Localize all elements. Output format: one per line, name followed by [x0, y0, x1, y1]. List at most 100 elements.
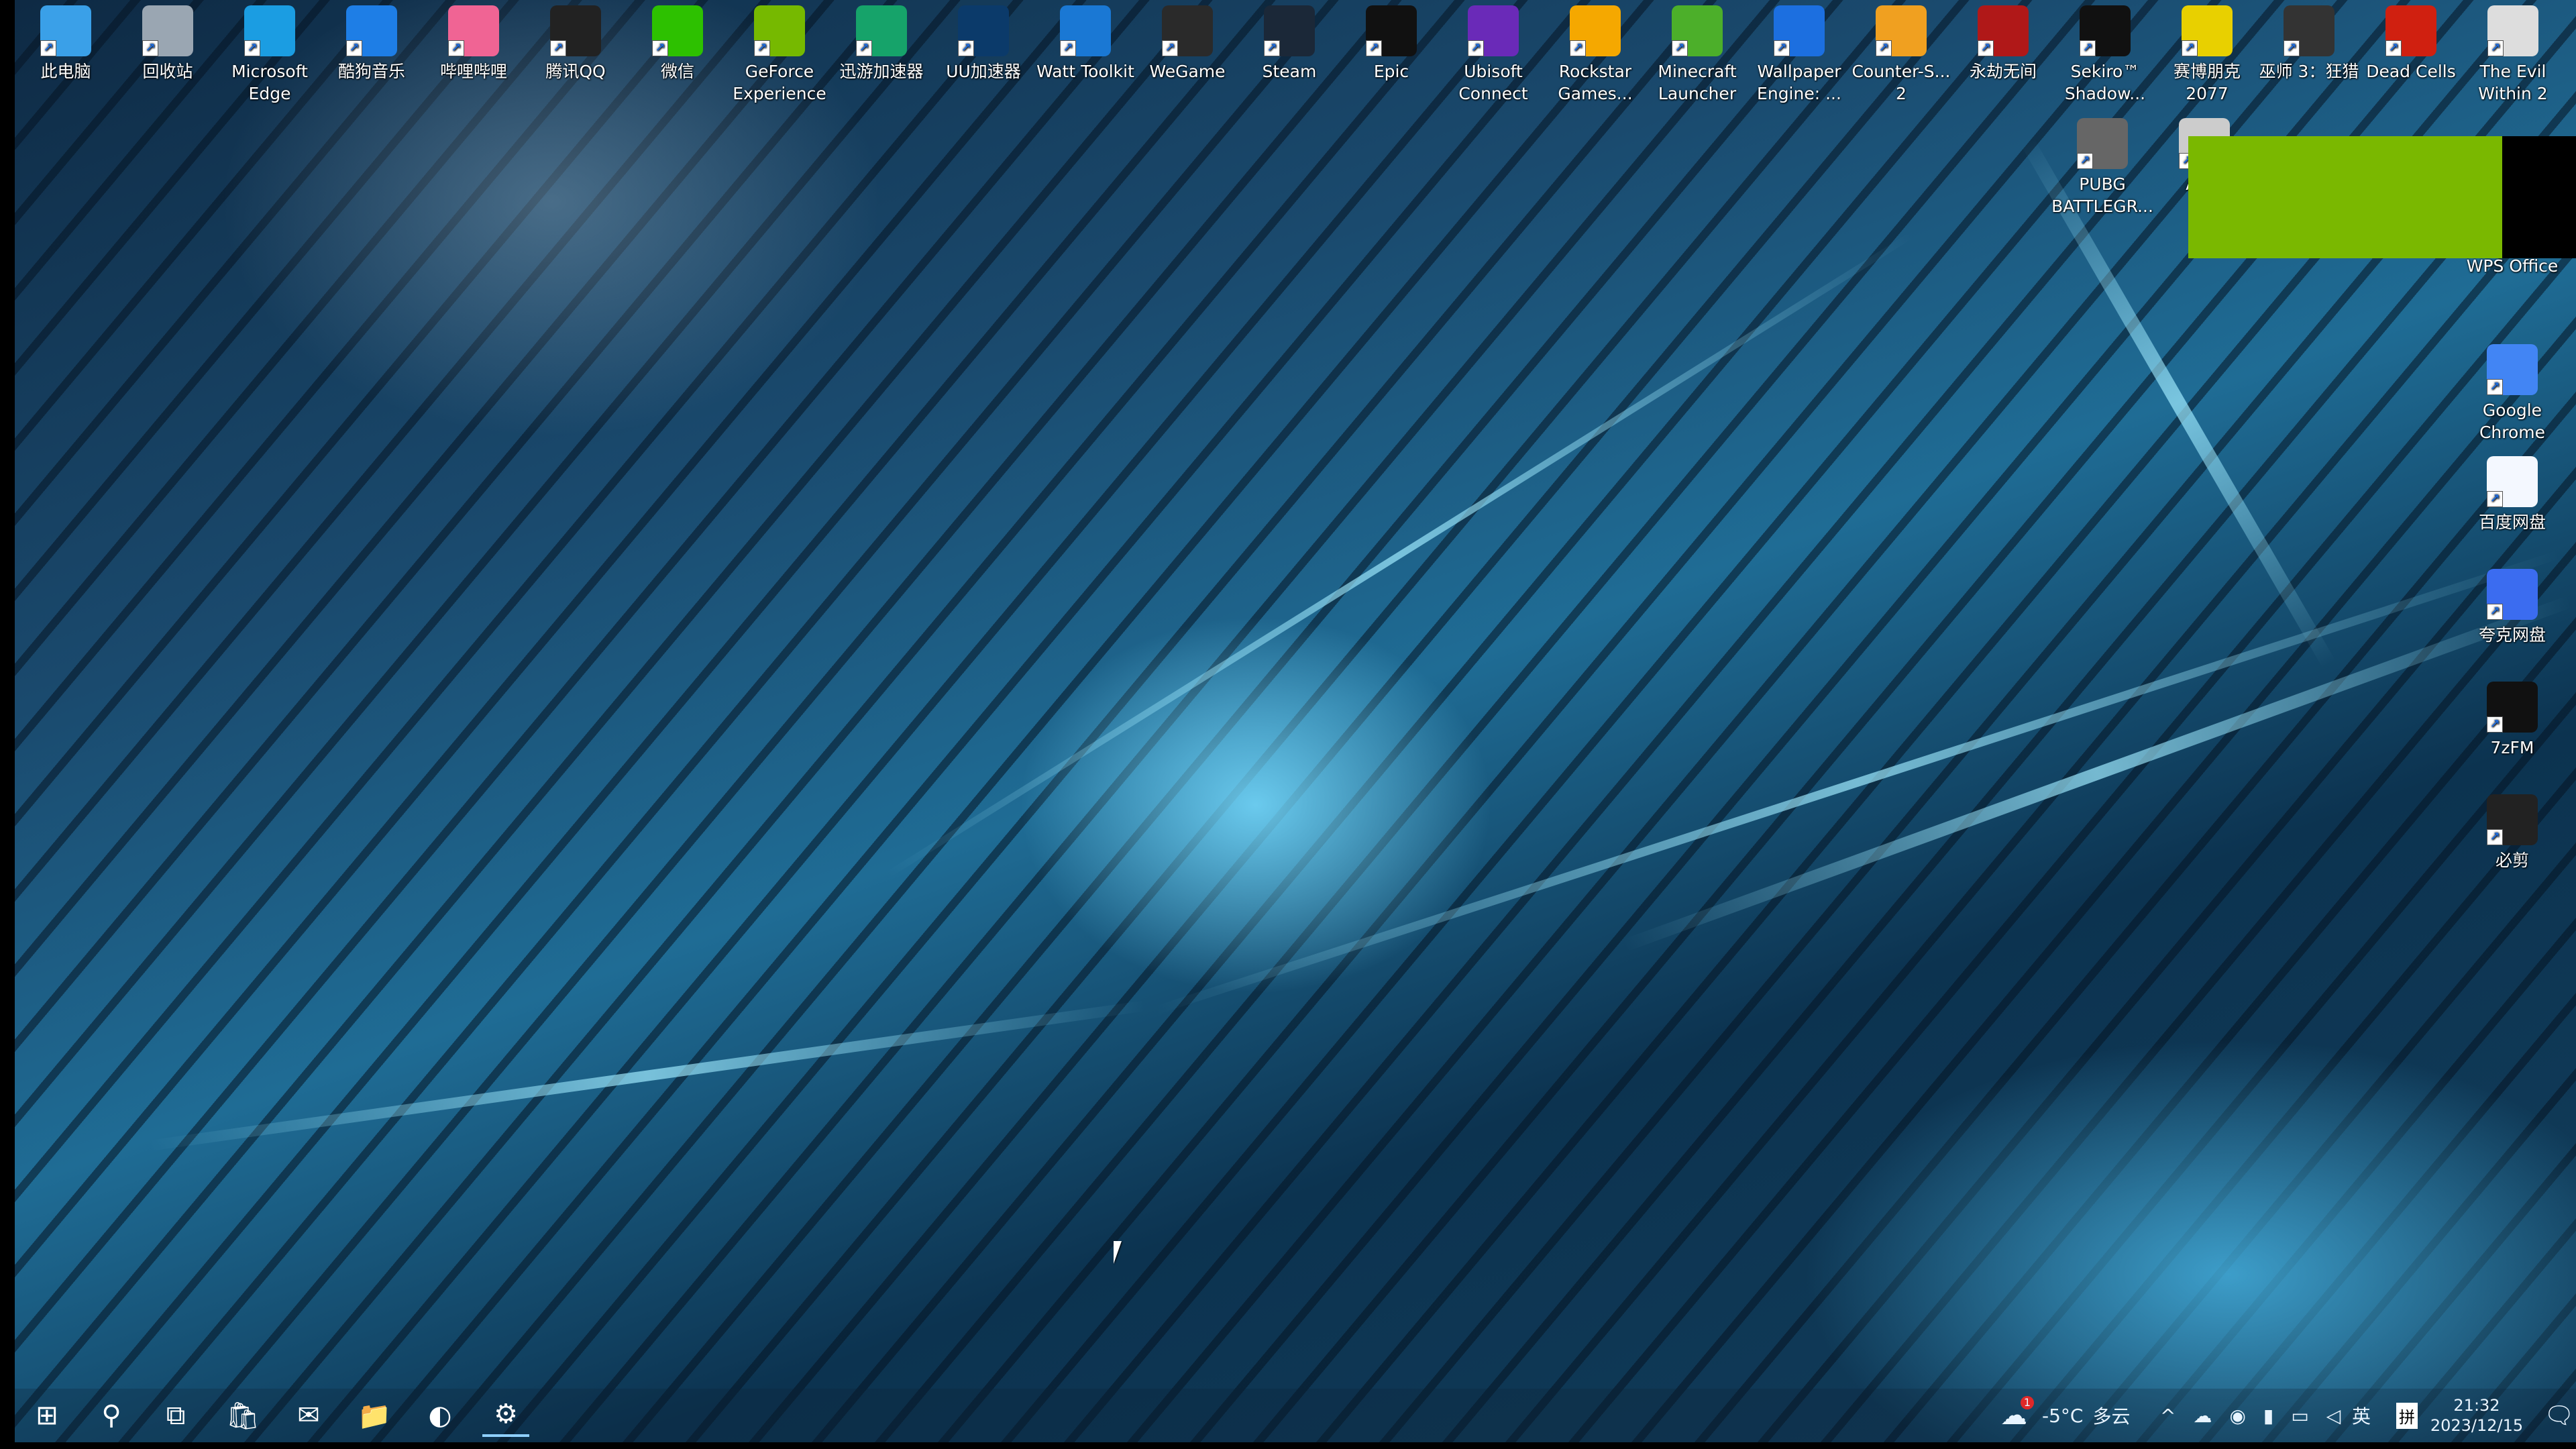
desktop-icon-label: Steam	[1262, 62, 1317, 81]
clock[interactable]: 21:32 2023/12/15	[2430, 1389, 2524, 1442]
desktop-icon-label: 巫师 3：狂猎	[2259, 62, 2359, 81]
desktop-icon-kugou[interactable]: ↗ 酷狗音乐	[321, 0, 423, 83]
desktop-icon-label: 回收站	[142, 62, 193, 81]
desktop-icon-witcher[interactable]: ↗ 巫师 3：狂猎	[2258, 0, 2360, 83]
minecraft-icon: ↗	[1672, 5, 1723, 56]
desktop-icon-label: Minecraft Launcher	[1658, 62, 1737, 103]
desktop-icon-quark-netdisk[interactable]: ↗ 夸克网盘	[2461, 564, 2563, 646]
desktop-icon-watt-toolkit[interactable]: ↗ Watt Toolkit	[1034, 0, 1136, 83]
notification-center-button[interactable]: 🗨	[2544, 1389, 2575, 1442]
desktop-icon-label: GeForce Experience	[733, 62, 826, 103]
desktop-icon-this-pc[interactable]: ↗ 此电脑	[15, 0, 117, 83]
desktop-icon-naraka[interactable]: ↗ 永劫无间	[1952, 0, 2054, 83]
desktop-icon-evil-within[interactable]: ↗ The Evil Within 2	[2462, 0, 2564, 105]
chevron-up-icon[interactable]: ^	[2160, 1405, 2176, 1427]
desktop-icon-wallpaper-engine[interactable]: ↗ Wallpaper Engine: ...	[1748, 0, 1850, 105]
desktop-icon-dead-cells[interactable]: ↗ Dead Cells	[2360, 0, 2462, 83]
desktop-icon-wegame[interactable]: ↗ WeGame	[1136, 0, 1238, 83]
weather-badge: 1	[2021, 1396, 2034, 1409]
desktop-icon-label: 7zFM	[2490, 738, 2534, 757]
desktop-icon-sekiro[interactable]: ↗ Sekiro™ Shadow...	[2054, 0, 2156, 105]
desktop-icon-edge[interactable]: ↗ Microsoft Edge	[219, 0, 321, 105]
shortcut-arrow-icon: ↗	[2080, 40, 2096, 56]
mail-icon: ✉	[297, 1400, 320, 1431]
desktop-icon-label: Dead Cells	[2366, 62, 2456, 81]
desktop-icon-counter-strike[interactable]: ↗ Counter-S... 2	[1850, 0, 1952, 105]
desktop-icon-minecraft[interactable]: ↗ Minecraft Launcher	[1646, 0, 1748, 105]
bilibili-icon: ↗	[448, 5, 499, 56]
start-button[interactable]: ⊞	[23, 1394, 70, 1437]
ime-mode[interactable]: 拼	[2396, 1389, 2418, 1442]
ime-lang: 英	[2352, 1405, 2371, 1428]
network-icon[interactable]: ▭	[2291, 1405, 2308, 1427]
desktop-icon-ubisoft[interactable]: ↗ Ubisoft Connect	[1442, 0, 1544, 105]
shortcut-arrow-icon: ↗	[2077, 153, 2093, 169]
desktop-icon-label: 赛博朋克 2077	[2173, 62, 2241, 103]
desktop-icon-label: WeGame	[1149, 62, 1226, 81]
weather-temp: -5°C	[2042, 1404, 2084, 1427]
desktop-icon-geforce[interactable]: ↗ GeForce Experience	[729, 0, 830, 105]
shortcut-arrow-icon: ↗	[1570, 40, 1586, 56]
file-explorer-button[interactable]: 📁	[351, 1394, 398, 1437]
dead-cells-icon: ↗	[2385, 5, 2436, 56]
gear-icon: ⚙	[494, 1399, 518, 1430]
desktop-icon-label: Microsoft Edge	[231, 62, 308, 103]
naraka-icon: ↗	[1978, 5, 2029, 56]
usb-icon[interactable]: ▮	[2263, 1405, 2273, 1427]
shortcut-arrow-icon: ↗	[244, 40, 260, 56]
desktop-icon-epic[interactable]: ↗ Epic	[1340, 0, 1442, 83]
desktop-icon-7zip[interactable]: ↗ 7zFM	[2461, 676, 2563, 759]
desktop-icon-rockstar[interactable]: ↗ Rockstar Games...	[1544, 0, 1646, 105]
desktop-icon-recycle-bin[interactable]: ↗ 回收站	[117, 0, 219, 83]
desktop-icon-xunyou[interactable]: ↗ 迅游加速器	[830, 0, 932, 83]
desktop-icon-label: UU加速器	[946, 62, 1021, 81]
shortcut-arrow-icon: ↗	[1468, 40, 1484, 56]
desktop-icon-bilibili[interactable]: ↗ 哔哩哔哩	[423, 0, 525, 83]
shortcut-arrow-icon: ↗	[1162, 40, 1178, 56]
store-button[interactable]: 🛍	[219, 1394, 266, 1437]
mail-button[interactable]: ✉	[285, 1394, 332, 1437]
desktop-icon-label: Google Chrome	[2479, 400, 2546, 442]
kugou-icon: ↗	[346, 5, 397, 56]
qq-icon: ↗	[550, 5, 601, 56]
desktop-icon-cyberpunk[interactable]: ↗ 赛博朋克 2077	[2156, 0, 2258, 105]
shortcut-arrow-icon: ↗	[1672, 40, 1688, 56]
onedrive-icon[interactable]: ☁	[2193, 1405, 2212, 1427]
desktop-icon-qq[interactable]: ↗ 腾讯QQ	[525, 0, 627, 83]
mouse-cursor	[1114, 1241, 1130, 1264]
weather-widget[interactable]: ☁ 1 -5°C 多云	[2000, 1389, 2130, 1442]
desktop-icon-pubg[interactable]: ↗ PUBG BATTLEGR...	[2051, 113, 2153, 217]
desktop-icon-wechat[interactable]: ↗ 微信	[627, 0, 729, 83]
shortcut-arrow-icon: ↗	[550, 40, 566, 56]
pubg-icon: ↗	[2077, 118, 2128, 169]
wegame-icon: ↗	[1162, 5, 1213, 56]
desktop-icon-label: 酷狗音乐	[337, 62, 405, 81]
desktop-icon-label: 夸克网盘	[2478, 625, 2546, 645]
edge-button[interactable]: ◐	[417, 1394, 464, 1437]
desktop-icon-baidu-netdisk[interactable]: ↗ 百度网盘	[2461, 451, 2563, 533]
ubisoft-icon: ↗	[1468, 5, 1519, 56]
shortcut-arrow-icon: ↗	[2487, 40, 2504, 56]
shortcut-arrow-icon: ↗	[2487, 491, 2503, 507]
this-pc-icon: ↗	[40, 5, 91, 56]
task-view-button[interactable]: ⧉	[152, 1394, 199, 1437]
black-overlay	[2502, 136, 2576, 258]
desktop-icon-label: Epic	[1373, 62, 1409, 81]
desktop-icon-chrome[interactable]: ↗ Google Chrome	[2461, 339, 2563, 443]
geforce-icon: ↗	[754, 5, 805, 56]
wallpaper-light-streak	[885, 232, 1913, 879]
desktop-icon-label: Watt Toolkit	[1036, 62, 1134, 81]
uu-icon: ↗	[958, 5, 1009, 56]
desktop-icon-bijian[interactable]: ↗ 必剪	[2461, 789, 2563, 871]
volume-icon[interactable]: ◁	[2326, 1405, 2341, 1427]
settings-app-button[interactable]: ⚙	[482, 1394, 529, 1437]
search-button[interactable]: ⚲	[88, 1394, 135, 1437]
desktop-icon-label: The Evil Within 2	[2478, 62, 2548, 103]
input-language[interactable]: 英	[2352, 1389, 2371, 1442]
shortcut-arrow-icon: ↗	[958, 40, 974, 56]
desktop-icon-steam[interactable]: ↗ Steam	[1238, 0, 1340, 83]
desktop-icon-uu[interactable]: ↗ UU加速器	[932, 0, 1034, 83]
camera-icon[interactable]: ◉	[2229, 1405, 2245, 1427]
shortcut-arrow-icon: ↗	[2487, 604, 2503, 620]
desktop-icon-label: 此电脑	[40, 62, 91, 81]
